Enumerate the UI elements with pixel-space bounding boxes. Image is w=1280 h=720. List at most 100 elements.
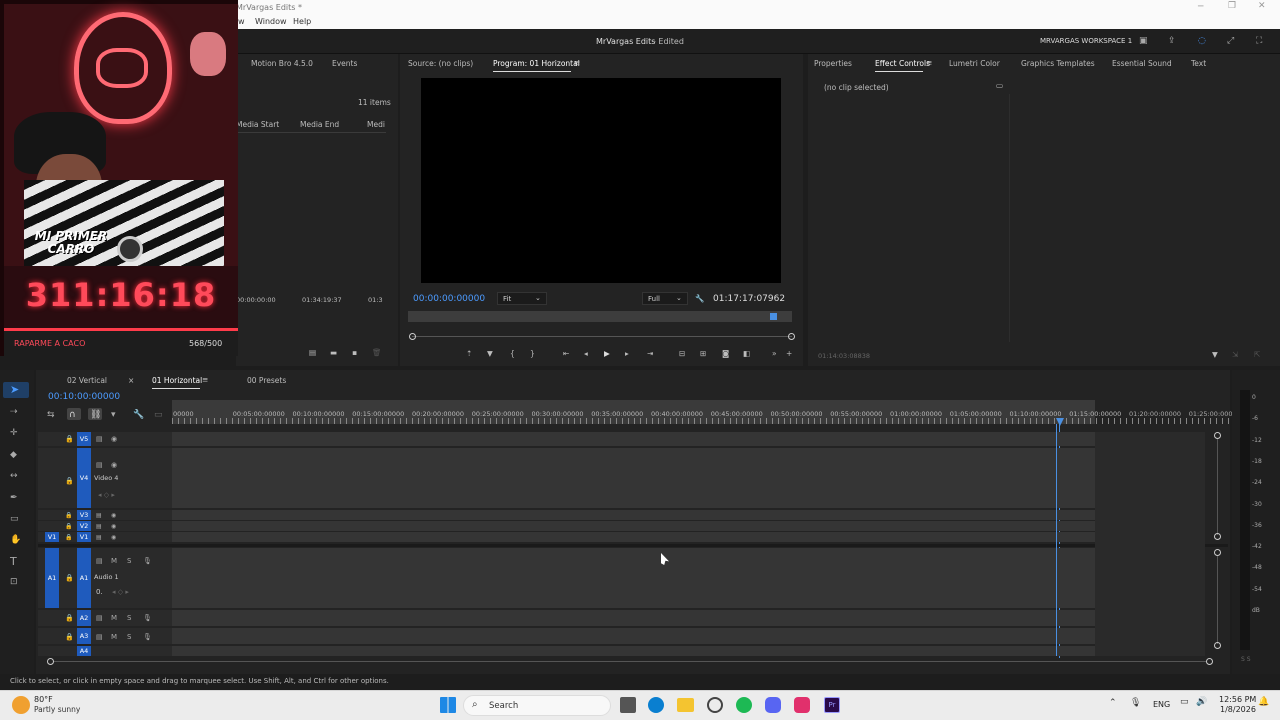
track-target-a2[interactable]: A2 bbox=[77, 610, 91, 626]
play-icon[interactable]: ▶ bbox=[604, 349, 610, 359]
film-icon[interactable]: ▤ bbox=[96, 434, 103, 444]
pen-icon[interactable]: ✒ bbox=[10, 493, 18, 503]
eye-icon[interactable]: ◉ bbox=[111, 533, 116, 543]
spotify-icon[interactable] bbox=[736, 697, 752, 713]
slip-icon[interactable]: ↔ bbox=[10, 471, 18, 481]
panel-menu-icon[interactable]: ≡ bbox=[574, 58, 580, 68]
tab-events[interactable]: Events bbox=[332, 59, 357, 68]
film-icon[interactable]: ▤ bbox=[96, 522, 102, 532]
instagram-icon[interactable] bbox=[794, 697, 810, 713]
volume-icon[interactable]: 🔊 bbox=[1196, 697, 1207, 707]
menu-item-partial[interactable]: w bbox=[238, 17, 245, 26]
mic-icon[interactable]: 🎙 bbox=[143, 632, 152, 642]
tab-lumetri[interactable]: Lumetri Color bbox=[949, 59, 1000, 68]
zoom-handle-right[interactable] bbox=[788, 333, 795, 340]
minimize-icon[interactable]: ─ bbox=[1198, 2, 1203, 12]
tab-motion-bro[interactable]: Motion Bro 4.5.0 bbox=[251, 59, 313, 68]
source-patch-v1[interactable]: V1 bbox=[45, 532, 59, 542]
lock-icon[interactable]: 🔒 bbox=[65, 511, 72, 521]
vscroll-bottom-handle[interactable] bbox=[1214, 533, 1221, 540]
add-marker-icon[interactable]: ▾ bbox=[111, 410, 116, 420]
film-icon[interactable]: ▤ bbox=[96, 533, 102, 543]
lift-clip-icon[interactable]: ⊟ bbox=[679, 349, 685, 359]
wrench-icon[interactable]: 🔧 bbox=[695, 294, 704, 304]
nest-icon[interactable]: ⇆ bbox=[47, 410, 55, 420]
lock-icon[interactable]: 🔒 bbox=[65, 434, 74, 444]
edge-icon[interactable] bbox=[648, 697, 664, 713]
sync-icon[interactable]: ◌ bbox=[1198, 36, 1206, 46]
tab-02-vertical[interactable]: 02 Vertical bbox=[67, 376, 107, 385]
column-media-start[interactable]: Media Start bbox=[236, 120, 279, 129]
comparison-icon[interactable]: ◧ bbox=[743, 349, 750, 359]
fullscreen-icon[interactable]: ⛶ bbox=[1256, 36, 1262, 46]
trash-icon[interactable]: 🗑 bbox=[372, 348, 382, 358]
close-icon[interactable]: ✕ bbox=[1258, 1, 1266, 11]
tab-essential-sound[interactable]: Essential Sound bbox=[1112, 59, 1172, 68]
folder-icon[interactable]: ▬ bbox=[330, 348, 337, 358]
rectangle-icon[interactable]: ▭ bbox=[10, 514, 19, 524]
add-button-icon[interactable]: + bbox=[786, 349, 792, 359]
file-explorer-icon[interactable] bbox=[677, 698, 694, 712]
mark-out-icon[interactable]: } bbox=[530, 349, 535, 359]
notification-icon[interactable]: 🔔 bbox=[1258, 697, 1269, 707]
lock-icon[interactable]: 🔒 bbox=[65, 632, 74, 642]
panel-icon[interactable]: ▣ bbox=[1139, 36, 1148, 46]
track-target-v1[interactable]: V1 bbox=[77, 532, 91, 542]
zoom-bar[interactable] bbox=[412, 336, 792, 337]
settings-icon[interactable]: ⇱ bbox=[1254, 350, 1260, 360]
mic-icon[interactable]: 🎙 bbox=[1130, 698, 1141, 708]
menu-window[interactable]: Window bbox=[255, 17, 287, 26]
track-target-v4[interactable]: V4 bbox=[77, 448, 91, 508]
eye-icon[interactable]: ◉ bbox=[111, 460, 117, 470]
source-patch-a1[interactable]: A1 bbox=[45, 548, 59, 608]
track-target-a3[interactable]: A3 bbox=[77, 628, 91, 644]
film-icon[interactable]: ▤ bbox=[96, 511, 102, 521]
discord-icon[interactable] bbox=[765, 697, 781, 713]
menu-help[interactable]: Help bbox=[293, 17, 311, 26]
captions-icon[interactable]: ⊡ bbox=[10, 577, 18, 587]
language-indicator[interactable]: ENG bbox=[1153, 700, 1170, 709]
maximize-icon[interactable]: ❐ bbox=[1228, 1, 1236, 11]
clock-date[interactable]: 1/8/2026 bbox=[1220, 705, 1256, 714]
tab-00-presets[interactable]: 00 Presets bbox=[247, 376, 286, 385]
track-target-a1[interactable]: A1 bbox=[77, 548, 91, 608]
solo-icon[interactable]: S bbox=[127, 613, 131, 623]
track-target-v5[interactable]: V5 bbox=[77, 432, 91, 446]
track-lane-a2[interactable] bbox=[172, 610, 1095, 626]
keyframe-nav-icon[interactable]: ◂ ◇ ▸ bbox=[98, 491, 115, 499]
track-target-v2[interactable]: V2 bbox=[77, 521, 91, 531]
toggle-timeline-icon[interactable]: ▭ bbox=[996, 81, 1003, 91]
tab-effect-controls[interactable]: Effect Controls bbox=[875, 59, 930, 68]
track-select-icon[interactable]: ⇢ bbox=[10, 407, 18, 417]
column-media-partial[interactable]: Medi bbox=[367, 120, 385, 129]
audio-vscroll[interactable] bbox=[1217, 556, 1218, 644]
film-icon[interactable]: ▤ bbox=[96, 556, 103, 566]
track-lane-v4[interactable] bbox=[172, 448, 1095, 508]
film-icon[interactable]: ▤ bbox=[96, 613, 103, 623]
weather-icon[interactable] bbox=[12, 696, 30, 714]
marker-icon[interactable]: ▼ bbox=[487, 349, 493, 359]
tab-properties[interactable]: Properties bbox=[814, 59, 852, 68]
tab-graphics-templates[interactable]: Graphics Templates bbox=[1021, 59, 1095, 68]
video-vscroll[interactable] bbox=[1217, 439, 1218, 535]
chrome-icon[interactable] bbox=[707, 697, 723, 713]
list-view-icon[interactable]: ▤ bbox=[309, 348, 316, 358]
solo-icon[interactable]: S bbox=[127, 556, 131, 566]
wrench-icon[interactable]: 🔧 bbox=[133, 410, 144, 420]
new-item-icon[interactable]: ▪ bbox=[352, 348, 357, 358]
go-to-out-icon[interactable]: ⇥ bbox=[647, 349, 653, 359]
lock-icon[interactable]: 🔒 bbox=[65, 533, 72, 543]
hand-icon[interactable]: ✋ bbox=[10, 535, 21, 545]
eye-icon[interactable]: ◉ bbox=[111, 511, 116, 521]
track-lane-a4[interactable] bbox=[172, 646, 1095, 656]
weather-desc[interactable]: Partly sunny bbox=[34, 705, 80, 714]
tab-program[interactable]: Program: 01 Horizontal bbox=[493, 59, 580, 68]
panel-menu-icon[interactable]: ≡ bbox=[202, 375, 208, 384]
type-icon[interactable]: T bbox=[10, 556, 17, 567]
timeline-hscroll[interactable] bbox=[54, 661, 1206, 662]
meter-solo[interactable]: S S bbox=[1241, 656, 1251, 663]
program-video-frame[interactable] bbox=[421, 78, 781, 283]
zoom-icon[interactable]: ⤢ bbox=[1227, 36, 1234, 46]
selection-tool-icon[interactable]: ➤ bbox=[10, 384, 19, 395]
tab-text[interactable]: Text bbox=[1191, 59, 1206, 68]
